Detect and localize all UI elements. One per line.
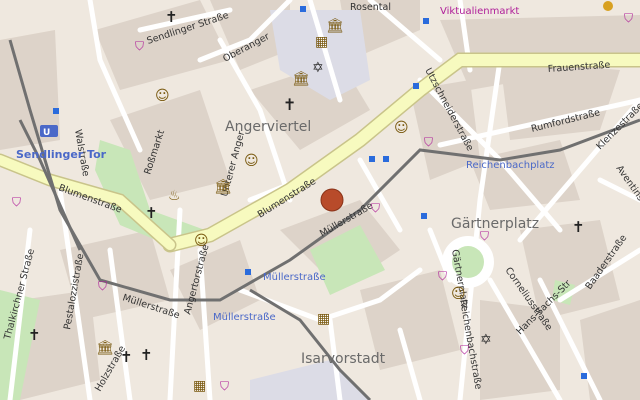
bus-stop-icon[interactable] bbox=[581, 373, 587, 379]
museum-icon[interactable]: 🏛 bbox=[326, 17, 344, 34]
theatre-icon[interactable]: ☺ bbox=[244, 153, 259, 169]
cinema-icon[interactable]: ▦ bbox=[315, 34, 328, 50]
stop-label: Sendlinger Tor bbox=[16, 148, 107, 161]
shop-icon[interactable]: ⛉ bbox=[12, 195, 21, 209]
museum-icon[interactable]: 🏛 bbox=[96, 339, 114, 356]
church-icon[interactable]: ✝ bbox=[165, 8, 178, 26]
map-view[interactable]: Angerviertel Gärtnerplatz Isarvorstadt S… bbox=[0, 0, 640, 400]
district-label: Isarvorstadt bbox=[301, 351, 386, 367]
church-icon[interactable]: ✝ bbox=[283, 95, 296, 114]
shop-icon[interactable]: ⛉ bbox=[371, 201, 380, 215]
subway-station[interactable]: U bbox=[40, 125, 58, 138]
synagogue-icon[interactable]: ✡ bbox=[312, 60, 324, 76]
shop-icon[interactable]: ⛉ bbox=[424, 135, 433, 149]
fire-icon[interactable]: ♨ bbox=[168, 188, 181, 204]
bus-stop-icon[interactable] bbox=[245, 269, 251, 275]
stop-label: Viktualienmarkt bbox=[440, 6, 519, 17]
location-marker-icon[interactable] bbox=[603, 1, 613, 11]
cinema-icon[interactable]: ▦ bbox=[317, 311, 330, 327]
cinema-icon[interactable]: ▦ bbox=[193, 378, 206, 394]
shop-icon[interactable]: ⛉ bbox=[460, 343, 469, 357]
synagogue-icon[interactable]: ✡ bbox=[480, 332, 492, 348]
location-marker-icon[interactable] bbox=[320, 188, 344, 212]
church-icon[interactable]: ✝ bbox=[140, 346, 153, 364]
church-icon[interactable]: ✝ bbox=[28, 326, 41, 344]
street-label: Rosental bbox=[350, 2, 391, 13]
map-canvas[interactable]: Angerviertel Gärtnerplatz Isarvorstadt S… bbox=[0, 0, 640, 400]
bus-stop-icon[interactable] bbox=[421, 213, 427, 219]
museum-icon[interactable]: 🏛 bbox=[214, 178, 232, 195]
theatre-icon[interactable]: ☺ bbox=[451, 286, 466, 302]
museum-icon[interactable]: 🏛 bbox=[292, 70, 310, 87]
bus-stop-icon[interactable] bbox=[369, 156, 375, 162]
bus-stop-icon[interactable] bbox=[53, 108, 59, 114]
shop-icon[interactable]: ⛉ bbox=[624, 11, 633, 25]
bus-stop-icon[interactable] bbox=[383, 156, 389, 162]
church-icon[interactable]: ✝ bbox=[145, 204, 158, 222]
church-icon[interactable]: ✝ bbox=[120, 348, 133, 366]
shop-icon[interactable]: ⛉ bbox=[135, 39, 144, 53]
shop-icon[interactable]: ⛉ bbox=[480, 229, 489, 243]
theatre-icon[interactable]: ☺ bbox=[155, 88, 170, 104]
svg-text:U: U bbox=[43, 128, 50, 138]
church-icon[interactable]: ✝ bbox=[572, 218, 585, 236]
gaertnerplatz-roundabout bbox=[442, 236, 494, 288]
stop-label: Müllerstraße bbox=[263, 272, 326, 283]
shop-icon[interactable]: ⛉ bbox=[438, 269, 447, 283]
bus-stop-icon[interactable] bbox=[423, 18, 429, 24]
theatre-icon[interactable]: ☺ bbox=[194, 233, 209, 249]
shop-icon[interactable]: ⛉ bbox=[98, 279, 107, 293]
stop-label: Müllerstraße bbox=[213, 312, 276, 323]
bus-stop-icon[interactable] bbox=[300, 6, 306, 12]
bus-stop-icon[interactable] bbox=[413, 83, 419, 89]
shop-icon[interactable]: ⛉ bbox=[220, 379, 229, 393]
district-label: Gärtnerplatz bbox=[451, 216, 539, 232]
theatre-icon[interactable]: ☺ bbox=[394, 120, 409, 136]
stop-label: Reichenbachplatz bbox=[466, 160, 555, 171]
